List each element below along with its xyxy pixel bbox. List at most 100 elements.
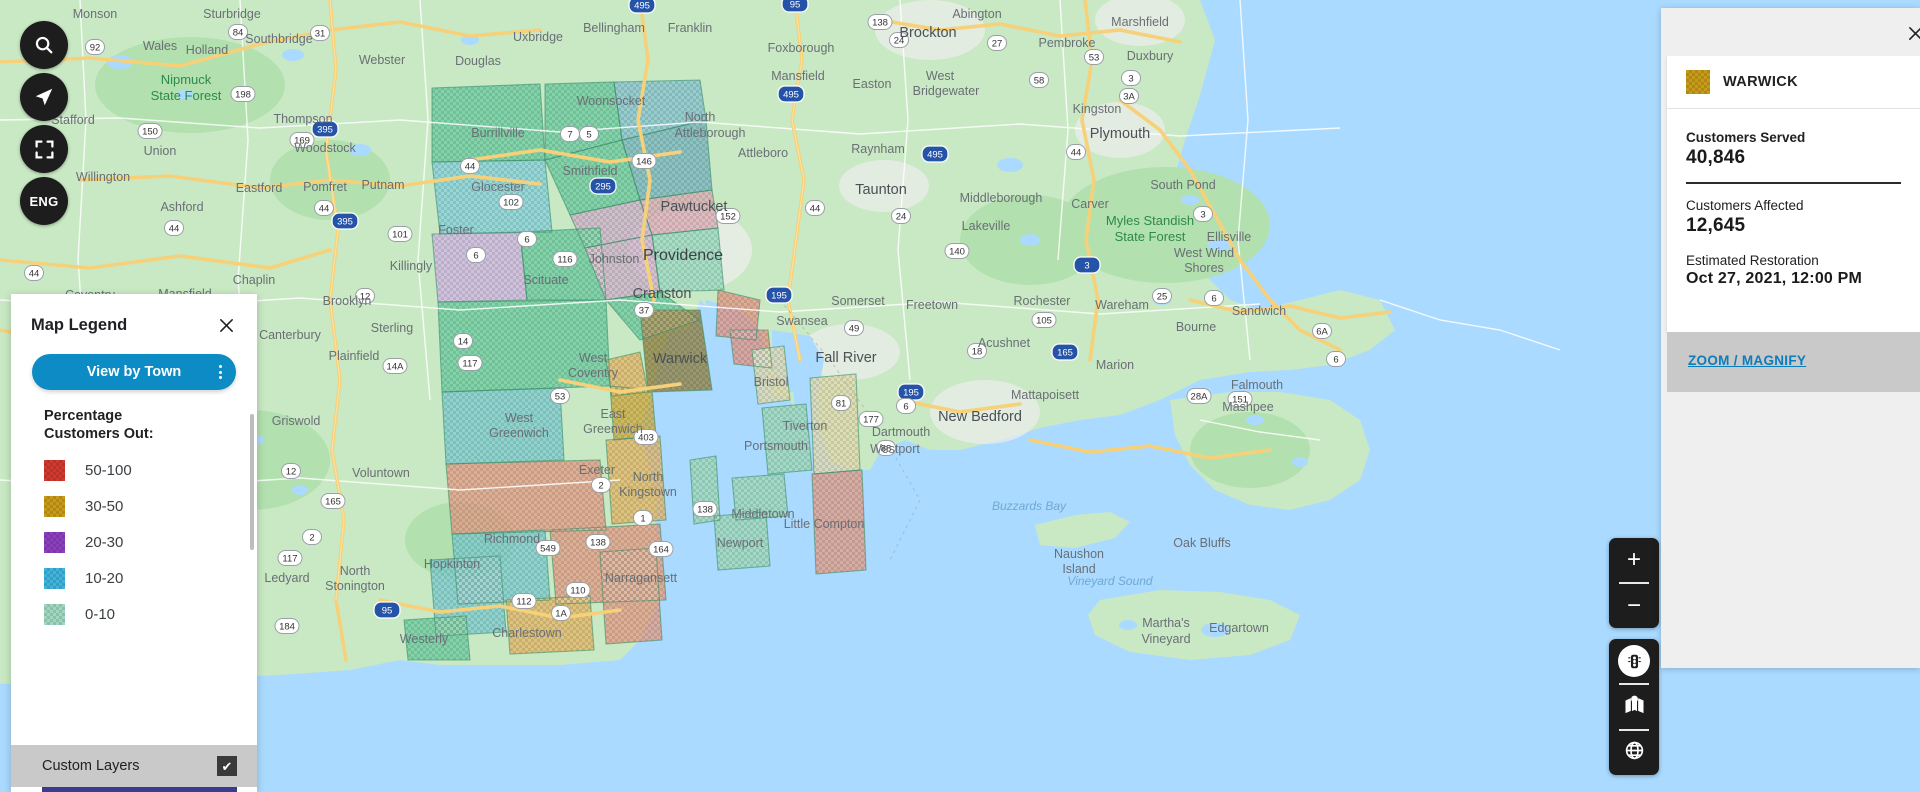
zoom-magnify-link[interactable]: ZOOM / MAGNIFY [1688,353,1806,368]
route-shield: 18 [967,343,987,359]
route-shield: 3 [1073,256,1101,274]
route-shield: 5 [579,126,599,142]
zoom-control-group: + − [1609,538,1659,628]
custom-layers-checkbox[interactable]: ✔ [217,756,237,776]
svg-text:6: 6 [524,235,529,246]
map-layers-button[interactable] [1609,685,1659,729]
svg-text:151: 151 [1232,395,1248,406]
traffic-button[interactable] [1609,639,1659,683]
svg-text:12: 12 [286,467,297,478]
route-shield: 101 [387,226,413,242]
zoom-out-button[interactable]: − [1609,584,1659,628]
svg-text:6: 6 [473,251,478,262]
svg-text:495: 495 [783,90,799,101]
legend-scrollbar-thumb[interactable] [250,414,254,550]
route-shield: 44 [314,200,334,216]
globe-button[interactable] [1609,731,1659,775]
close-icon[interactable] [215,314,237,336]
route-shield: 44 [24,265,44,281]
route-shield: 6 [896,398,916,414]
route-shield: 24 [891,208,911,224]
route-shield: 6 [1326,351,1346,367]
route-shield: 549 [535,540,561,556]
legend-item-label: 30-50 [85,497,124,515]
svg-text:95: 95 [790,0,801,11]
legend-item[interactable]: 0-10 [44,596,237,632]
legend-footer-bar [42,787,237,792]
svg-text:44: 44 [1071,148,1082,159]
route-shield: 53 [550,388,570,404]
custom-layers-row[interactable]: Custom Layers ✔ [11,745,257,787]
svg-text:140: 140 [949,247,965,258]
svg-text:117: 117 [282,554,297,565]
svg-text:198: 198 [235,90,251,101]
route-shield: 184 [274,618,300,634]
detail-panel-header: WARWICK [1667,56,1920,109]
route-shield: 81 [831,395,851,411]
stat-customers-served: Customers Served 40,846 [1686,130,1901,169]
detail-panel-card: WARWICK Customers Served 40,846 Customer… [1667,56,1920,332]
svg-text:164: 164 [653,545,669,556]
map-legend-header: Map Legend [11,294,257,340]
svg-text:31: 31 [315,29,326,40]
route-shield: 112 [511,593,537,609]
svg-text:165: 165 [1057,348,1073,359]
svg-text:44: 44 [465,162,476,173]
legend-color-swatch [44,567,65,589]
route-shield: 31 [310,25,330,41]
divider [1686,182,1901,184]
legend-heading-line1: Percentage [44,408,123,424]
town-severity-swatch [1686,70,1710,94]
zoom-in-button[interactable]: + [1609,538,1659,582]
locate-button[interactable] [20,73,68,121]
traffic-light-icon [1618,645,1650,677]
route-shield: 58 [1029,72,1049,88]
svg-text:184: 184 [279,622,295,633]
legend-item[interactable]: 50-100 [44,452,237,488]
route-shield: 7 [560,126,580,142]
route-shield: 198 [230,86,256,102]
svg-text:6: 6 [1211,294,1216,305]
route-shield: 3A [1119,88,1139,104]
search-button[interactable] [20,21,68,69]
outage-detail-panel[interactable]: WARWICK Customers Served 40,846 Customer… [1661,8,1920,668]
route-shield: 92 [85,39,105,55]
svg-text:138: 138 [590,538,606,549]
stat-label: Customers Affected [1686,197,1804,213]
route-shield: 27 [987,35,1007,51]
map-legend-scroll-area[interactable]: Percentage Customers Out: 50-100 30-50 20-… [11,408,257,745]
route-shield: 37 [634,302,654,318]
route-shield: 138 [692,501,718,517]
svg-text:395: 395 [317,125,333,136]
close-icon[interactable] [1904,22,1920,44]
legend-color-swatch [44,459,65,481]
svg-text:6: 6 [1333,355,1338,366]
legend-item[interactable]: 30-50 [44,488,237,524]
legend-item[interactable]: 20-30 [44,524,237,560]
fullscreen-button[interactable] [20,125,68,173]
svg-text:1A: 1A [555,609,567,620]
svg-text:3: 3 [1128,74,1133,85]
route-shield: 146 [631,153,657,169]
town-name: WARWICK [1723,74,1799,90]
svg-text:7: 7 [567,130,572,141]
route-shield: 12 [355,288,375,304]
view-by-town-button[interactable]: View by Town [32,354,236,390]
svg-text:3: 3 [1084,261,1089,272]
legend-item[interactable]: 10-20 [44,560,237,596]
detail-panel-topbar [1661,8,1920,56]
svg-text:116: 116 [557,255,572,266]
divider [1619,729,1649,731]
svg-text:177: 177 [863,415,879,426]
svg-text:12: 12 [360,292,371,303]
detail-panel-stats: Customers Served 40,846 Customers Affect… [1667,109,1920,288]
kebab-menu-icon[interactable] [219,365,222,379]
svg-text:112: 112 [516,597,531,608]
language-button[interactable]: ENG [20,177,68,225]
map-legend-panel[interactable]: Map Legend View by Town Percentage Custo… [11,294,257,792]
svg-text:150: 150 [142,127,158,138]
route-shield: 6A [1312,323,1332,339]
route-shield: 6 [1204,290,1224,306]
route-shield: 2 [302,529,322,545]
svg-text:92: 92 [90,43,101,54]
